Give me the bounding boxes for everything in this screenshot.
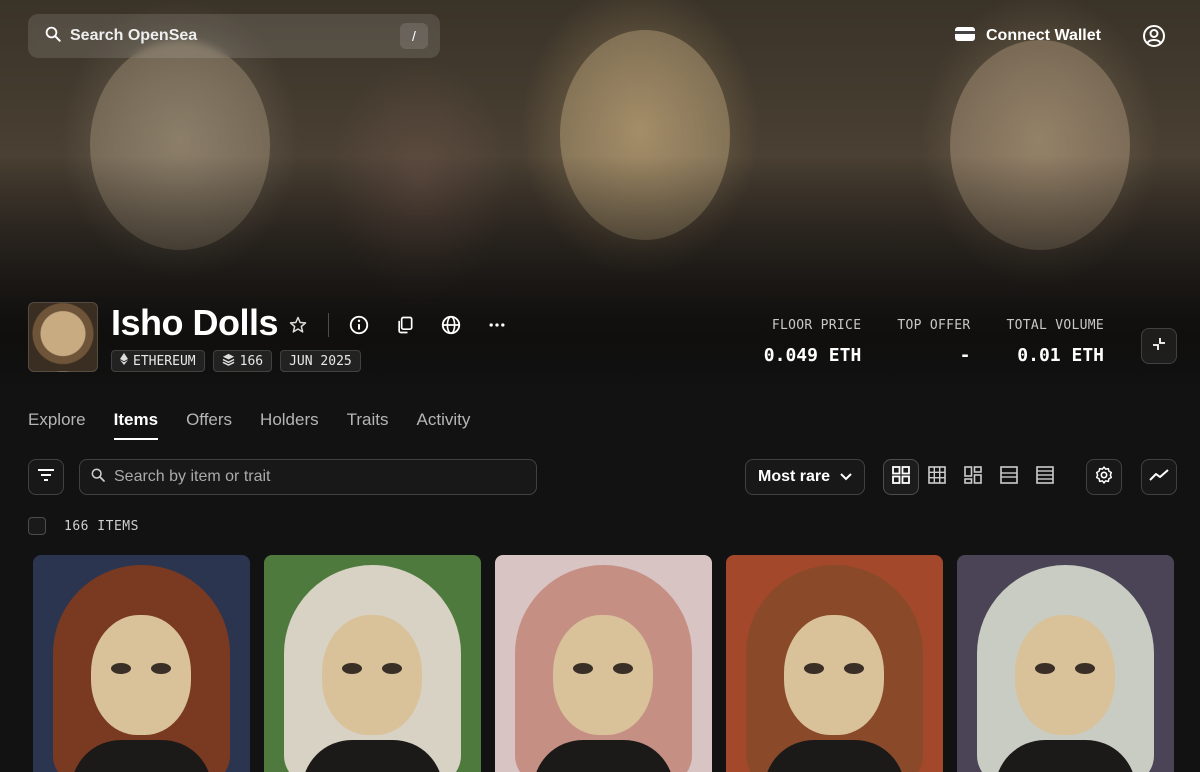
- stat-total-volume: TOTAL VOLUME 0.01 ETH: [1006, 318, 1104, 366]
- items-count-row: 166 ITEMS: [28, 517, 139, 535]
- sort-dropdown[interactable]: Most rare: [745, 459, 865, 495]
- item-card[interactable]: [495, 555, 712, 772]
- item-artwork-eye: [1075, 663, 1095, 674]
- trend-line-icon: [1149, 468, 1169, 487]
- stat-label: FLOOR PRICE: [771, 318, 862, 333]
- filter-icon: [37, 468, 55, 487]
- wallet-icon: [954, 25, 976, 48]
- collection-tabs: Explore Items Offers Holders Traits Acti…: [28, 410, 470, 440]
- tab-offers[interactable]: Offers: [186, 410, 232, 440]
- collection-chips: ETHEREUM 166 JUN 2025: [111, 350, 361, 372]
- tab-activity[interactable]: Activity: [417, 410, 471, 440]
- item-card[interactable]: [726, 555, 943, 772]
- analytics-button[interactable]: [1141, 459, 1177, 495]
- stat-value: 0.01 ETH: [1017, 345, 1104, 366]
- tab-holders[interactable]: Holders: [260, 410, 319, 440]
- table-icon: [1036, 465, 1054, 489]
- stat-top-offer: TOP OFFER -: [897, 318, 970, 366]
- item-artwork-eye: [613, 663, 633, 674]
- stack-icon: [222, 353, 235, 370]
- items-chip-label: 166: [239, 353, 264, 369]
- account-icon[interactable]: [1140, 22, 1168, 50]
- select-all-checkbox[interactable]: [28, 517, 46, 535]
- website-globe-icon[interactable]: [439, 313, 463, 337]
- chain-chip: ETHEREUM: [111, 350, 205, 372]
- item-artwork-eye: [382, 663, 402, 674]
- list-icon: [1000, 465, 1018, 489]
- favorite-star-icon[interactable]: [286, 313, 310, 337]
- collection-stats: FLOOR PRICE 0.049 ETH TOP OFFER - TOTAL …: [764, 318, 1104, 366]
- search-icon: [90, 467, 106, 488]
- banner-figure-center: [560, 30, 730, 240]
- item-artwork-face: [322, 615, 422, 735]
- view-toggles: [883, 459, 1063, 495]
- global-search[interactable]: Search OpenSea /: [28, 14, 440, 58]
- item-artwork-face: [91, 615, 191, 735]
- tab-traits[interactable]: Traits: [347, 410, 389, 440]
- collection-actions: [286, 310, 509, 340]
- item-card[interactable]: [33, 555, 250, 772]
- grid-small-icon: [928, 465, 946, 489]
- actions-divider: [328, 313, 329, 337]
- view-list[interactable]: [991, 459, 1027, 495]
- item-artwork-eye: [804, 663, 824, 674]
- banner-figure-right: [950, 40, 1130, 250]
- ethereum-icon: [120, 353, 128, 369]
- item-card[interactable]: [957, 555, 1174, 772]
- copy-icon[interactable]: [393, 313, 417, 337]
- items-chip: 166: [212, 350, 273, 372]
- collapse-icon: [1151, 336, 1167, 357]
- more-options-icon[interactable]: [485, 313, 509, 337]
- stat-label: TOTAL VOLUME: [1006, 318, 1104, 333]
- settings-button[interactable]: [1086, 459, 1122, 495]
- view-table[interactable]: [1027, 459, 1063, 495]
- stat-floor-price: FLOOR PRICE 0.049 ETH: [764, 318, 862, 366]
- items-grid: [33, 555, 1174, 772]
- item-artwork-face: [1015, 615, 1115, 735]
- stat-label: TOP OFFER: [897, 318, 971, 333]
- item-artwork-eye: [573, 663, 593, 674]
- chevron-down-icon: [840, 468, 852, 486]
- collapse-header-button[interactable]: [1141, 328, 1177, 364]
- collection-title: Isho Dolls: [111, 302, 279, 343]
- masonry-icon: [964, 465, 982, 489]
- item-artwork-eye: [844, 663, 864, 674]
- item-artwork-face: [784, 615, 884, 735]
- connect-wallet-label: Connect Wallet: [986, 27, 1101, 44]
- item-artwork-face: [553, 615, 653, 735]
- search-shortcut-key: /: [400, 23, 428, 49]
- search-icon: [44, 25, 62, 48]
- collection-avatar: [28, 302, 98, 372]
- item-artwork-eye: [151, 663, 171, 674]
- item-artwork-eye: [111, 663, 131, 674]
- view-large-grid[interactable]: [883, 459, 919, 495]
- item-artwork-eye: [1035, 663, 1055, 674]
- info-icon[interactable]: [347, 313, 371, 337]
- item-search[interactable]: [79, 459, 537, 495]
- connect-wallet-button[interactable]: Connect Wallet: [954, 20, 1101, 52]
- banner-figure-left: [90, 40, 270, 250]
- item-search-input[interactable]: [114, 468, 526, 486]
- sort-label: Most rare: [757, 468, 831, 485]
- filter-button[interactable]: [28, 459, 64, 495]
- view-masonry[interactable]: [955, 459, 991, 495]
- items-toolbar: Most rare: [28, 459, 1178, 495]
- global-search-placeholder: Search OpenSea: [70, 27, 198, 44]
- date-chip-label: JUN 2025: [289, 353, 352, 369]
- stat-value: 0.049 ETH: [763, 345, 862, 366]
- chain-label: ETHEREUM: [133, 353, 196, 369]
- gear-icon: [1094, 465, 1114, 490]
- item-artwork-eye: [342, 663, 362, 674]
- date-chip: JUN 2025: [280, 350, 361, 372]
- grid-large-icon: [892, 465, 910, 489]
- tab-explore[interactable]: Explore: [28, 410, 86, 440]
- items-count: 166 ITEMS: [64, 518, 139, 534]
- stat-value: -: [959, 345, 971, 366]
- view-small-grid[interactable]: [919, 459, 955, 495]
- tab-items[interactable]: Items: [113, 410, 159, 440]
- item-card[interactable]: [264, 555, 481, 772]
